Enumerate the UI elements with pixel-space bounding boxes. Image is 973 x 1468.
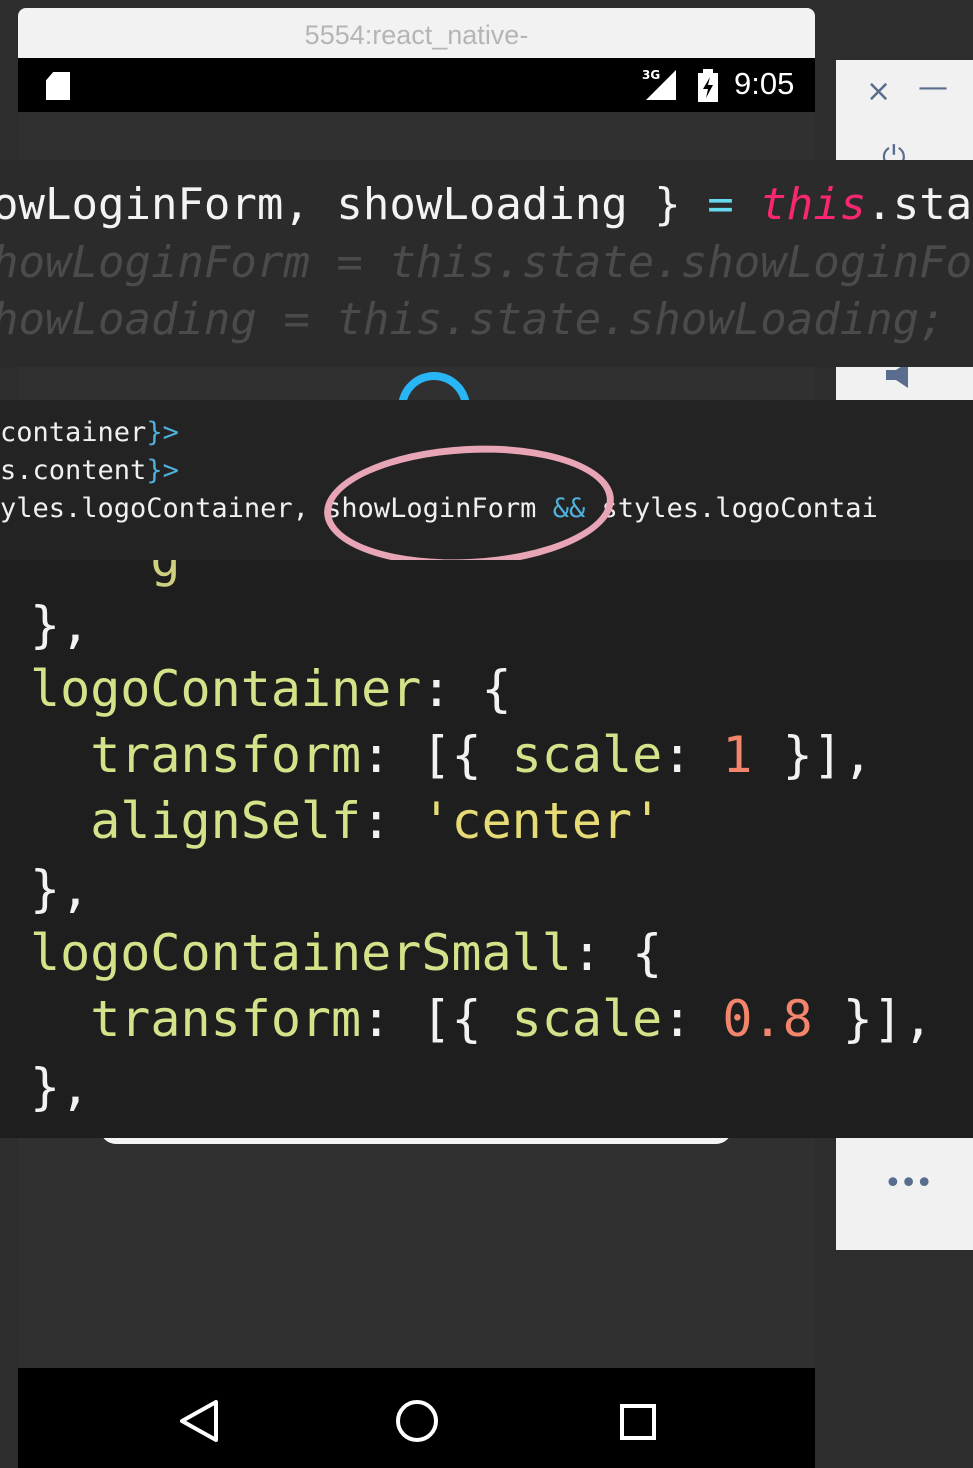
nav-back-icon[interactable] <box>176 1398 222 1444</box>
minimize-icon[interactable]: — <box>918 70 948 105</box>
code-line: transform: [{ scale: 0.8 }], <box>30 990 934 1048</box>
network-type-label: 3G <box>642 68 661 82</box>
code-line: container}> <box>0 417 179 448</box>
more-options-icon[interactable]: ••• <box>884 1166 933 1201</box>
code-line: owLoginForm, showLoading } = this.sta <box>0 179 973 230</box>
code-line: logoContainerSmall: { <box>30 924 663 982</box>
android-status-bar: 3G 9:05 <box>18 58 815 112</box>
nav-home-icon[interactable] <box>396 1400 438 1442</box>
code-line-commented: howLoginForm = this.state.showLoginFo <box>0 237 973 288</box>
sd-card-icon <box>46 72 70 100</box>
battery-charging-icon <box>698 69 718 102</box>
code-line-cut-off: ` ` g ` ` ` ` ` <box>30 560 482 588</box>
emulator-title-bar: 5554:react_native- <box>18 8 815 58</box>
code-line: }, <box>30 596 91 654</box>
code-line-commented: howLoading = this.state.showLoading; <box>0 294 946 345</box>
code-snippet-styles: ` ` g ` ` ` ` ` }, logoContainer: { tran… <box>0 560 973 1138</box>
code-snippet-destructure: owLoginForm, showLoading } = this.sta ho… <box>0 160 973 367</box>
emulator-title: 5554:react_native- <box>304 20 529 50</box>
code-line: logoContainer: { <box>30 660 512 718</box>
status-clock: 9:05 <box>734 66 795 101</box>
code-line: alignSelf: 'center' <box>30 792 663 850</box>
code-line: s.content}> <box>0 455 179 486</box>
code-line: transform: [{ scale: 1 }], <box>30 726 873 784</box>
nav-recents-icon[interactable] <box>620 1404 656 1440</box>
close-icon[interactable]: × <box>866 74 891 109</box>
code-line: }, <box>30 860 91 918</box>
code-line: }, <box>30 1058 91 1116</box>
